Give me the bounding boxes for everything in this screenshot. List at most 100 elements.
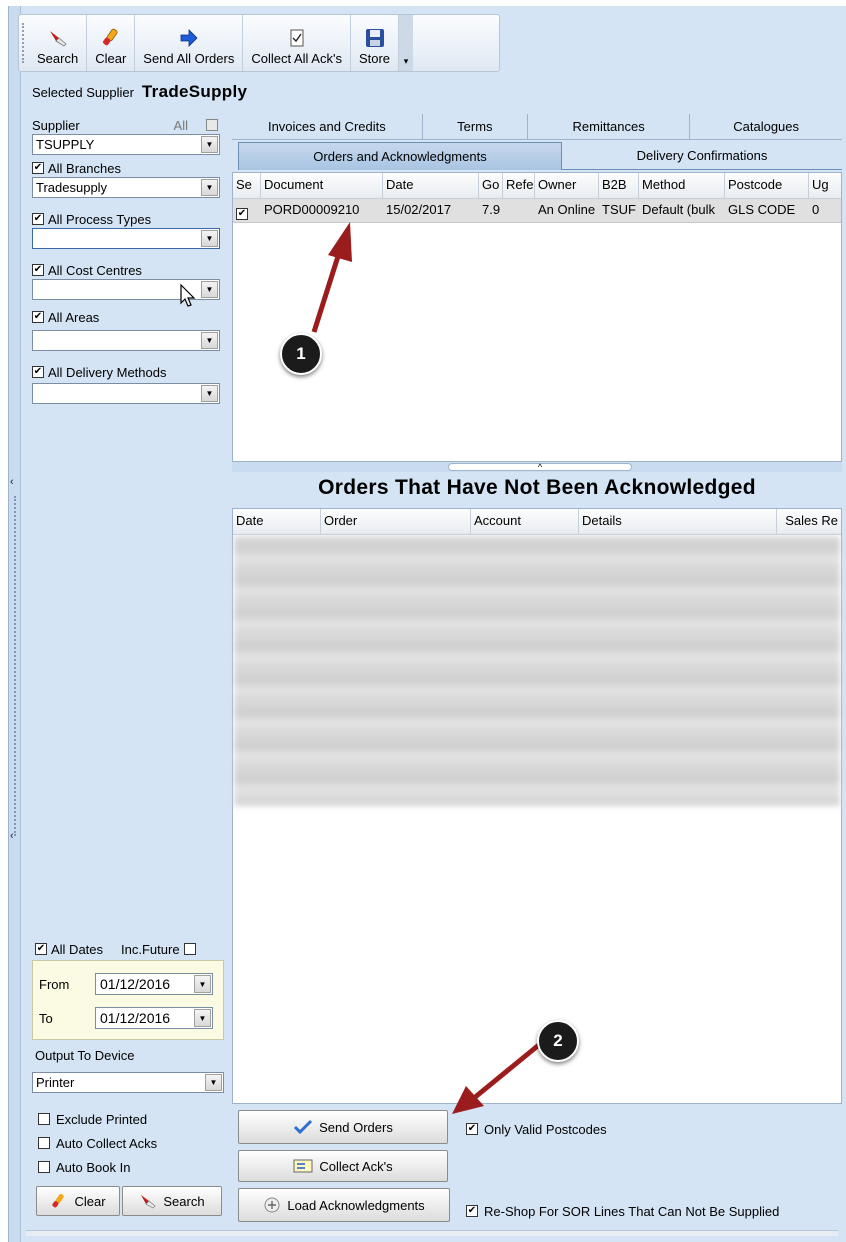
all-process-types-checkbox[interactable]: ✔ <box>32 213 44 225</box>
chevron-down-icon[interactable]: ▼ <box>201 332 218 349</box>
inc-future-checkbox[interactable] <box>183 943 196 955</box>
chevron-down-icon[interactable]: ▼ <box>201 385 218 402</box>
toolbar-grip[interactable] <box>22 23 24 63</box>
eraser-icon <box>100 25 122 51</box>
collapse-strip[interactable]: ‹ ‹ <box>9 6 21 1242</box>
tab-orders-and-acknowledgments[interactable]: Orders and Acknowledgments <box>238 142 562 170</box>
chevron-down-icon[interactable]: ▼ <box>194 1009 211 1027</box>
chevron-up-icon[interactable]: ^ <box>448 462 632 472</box>
store-label: Store <box>358 51 391 66</box>
all-branches-checkbox[interactable]: ✔ <box>32 162 44 174</box>
toolbar-overflow-icon[interactable]: ▾ <box>399 15 414 71</box>
delivery-method-combo[interactable]: ▼ <box>32 383 220 404</box>
column-header-details[interactable]: Details <box>579 509 777 534</box>
only-valid-postcodes-checkbox[interactable]: ✔ <box>466 1123 478 1135</box>
all-dates-checkbox[interactable]: ✔ <box>35 943 47 955</box>
column-header-postcode[interactable]: Postcode <box>725 173 809 198</box>
column-header-date[interactable]: Date <box>383 173 479 198</box>
all-areas-row[interactable]: ✔ All Areas <box>32 308 226 326</box>
all-cost-centres-row[interactable]: ✔ All Cost Centres <box>32 261 226 279</box>
chevron-down-icon[interactable]: ▼ <box>194 975 211 993</box>
all-dates-row[interactable]: ✔ All Dates Inc.Future <box>35 940 196 958</box>
auto-collect-acks-checkbox[interactable] <box>38 1137 50 1149</box>
tab-terms[interactable]: Terms <box>423 114 529 139</box>
reshop-checkbox[interactable]: ✔ <box>466 1205 478 1217</box>
chevron-down-icon[interactable]: ▼ <box>201 179 218 196</box>
all-suppliers-checkbox[interactable] <box>206 119 218 131</box>
output-device-combo[interactable]: Printer ▼ <box>32 1072 224 1093</box>
chevron-down-icon[interactable]: ▼ <box>201 136 218 153</box>
all-branches-row[interactable]: ✔ All Branches <box>32 159 226 177</box>
checked-document-icon <box>289 25 305 51</box>
collapse-left-icon[interactable]: ‹ <box>10 476 14 488</box>
process-type-combo[interactable]: ▼ <box>32 228 220 249</box>
column-header-document[interactable]: Document <box>261 173 383 198</box>
auto-book-in-label: Auto Book In <box>56 1159 131 1175</box>
only-valid-postcodes-row[interactable]: ✔ Only Valid Postcodes <box>466 1120 607 1138</box>
clear-button[interactable]: Clear <box>87 15 136 71</box>
column-header-order[interactable]: Order <box>321 509 471 534</box>
mouse-cursor-icon <box>180 284 196 307</box>
load-acknowledgments-button[interactable]: Load Acknowledgments <box>238 1188 450 1222</box>
all-areas-checkbox[interactable]: ✔ <box>32 311 44 323</box>
table-row[interactable]: ✔ PORD00009210 15/02/2017 7.9 An Online … <box>233 199 841 223</box>
column-header-b2b[interactable]: B2B <box>599 173 639 198</box>
supplier-combo[interactable]: TSUPPLY ▼ <box>32 134 220 155</box>
auto-book-in-checkbox[interactable] <box>38 1161 50 1173</box>
all-delivery-methods-row[interactable]: ✔ All Delivery Methods <box>32 363 226 381</box>
column-header-reference[interactable]: Refe <box>503 173 535 198</box>
reshop-row[interactable]: ✔ Re-Shop For SOR Lines That Can Not Be … <box>466 1202 779 1220</box>
search-button[interactable]: Search <box>29 15 88 71</box>
branch-combo[interactable]: Tradesupply ▼ <box>32 177 220 198</box>
selected-supplier-value: TradeSupply <box>141 82 248 101</box>
cell-method: Default (bulk <box>642 202 715 217</box>
left-search-button[interactable]: Search <box>122 1186 222 1216</box>
column-header-date[interactable]: Date <box>233 509 321 534</box>
chevron-down-icon[interactable]: ▼ <box>201 281 218 298</box>
exclude-printed-checkbox[interactable] <box>38 1113 50 1125</box>
chevron-down-icon[interactable]: ▼ <box>205 1074 222 1091</box>
column-header-se[interactable]: Se <box>233 173 261 198</box>
tab-catalogues[interactable]: Catalogues <box>690 114 842 139</box>
annotation-badge-2: 2 <box>537 1020 579 1062</box>
load-acknowledgments-label: Load Acknowledgments <box>287 1197 425 1213</box>
to-label: To <box>39 1010 53 1026</box>
tab-invoices-and-credits[interactable]: Invoices and Credits <box>232 114 423 139</box>
collapse-left-icon-lower[interactable]: ‹ <box>10 830 14 842</box>
collect-acks-button[interactable]: Collect Ack's <box>238 1150 448 1182</box>
row-select-checkbox[interactable]: ✔ <box>236 208 248 220</box>
auto-collect-acks-row[interactable]: Auto Collect Acks <box>38 1134 157 1152</box>
all-delivery-methods-checkbox[interactable]: ✔ <box>32 366 44 378</box>
checkmark-icon <box>294 1119 313 1135</box>
send-all-orders-label: Send All Orders <box>143 51 235 66</box>
all-cost-centres-checkbox[interactable]: ✔ <box>32 264 44 276</box>
document-icon <box>293 1159 313 1173</box>
cell-go: 7.9 <box>482 202 501 217</box>
collect-all-acks-button[interactable]: Collect All Ack's <box>243 15 351 71</box>
send-orders-button[interactable]: Send Orders <box>238 1110 448 1144</box>
send-all-orders-button[interactable]: Send All Orders <box>135 15 244 71</box>
column-header-go[interactable]: Go <box>479 173 503 198</box>
exclude-printed-row[interactable]: Exclude Printed <box>38 1110 147 1128</box>
tab-delivery-confirmations[interactable]: Delivery Confirmations <box>562 142 842 170</box>
column-header-sales-rep[interactable]: Sales Re <box>777 509 841 534</box>
left-clear-button[interactable]: Clear <box>36 1186 120 1216</box>
column-header-ug[interactable]: Ug <box>809 173 841 198</box>
chevron-down-icon[interactable]: ▼ <box>201 230 218 247</box>
column-header-method[interactable]: Method <box>639 173 725 198</box>
store-button[interactable]: Store <box>351 15 400 71</box>
column-header-owner[interactable]: Owner <box>535 173 599 198</box>
column-header-account[interactable]: Account <box>471 509 579 534</box>
grid-splitter[interactable]: ^ <box>232 462 842 472</box>
to-date-picker[interactable]: 01/12/2016 ▼ <box>95 1007 213 1029</box>
orders-grid: Se Document Date Go Refe Owner B2B Metho… <box>232 172 842 462</box>
area-combo[interactable]: ▼ <box>32 330 220 351</box>
cell-owner: An Online <box>538 202 596 217</box>
all-process-types-row[interactable]: ✔ All Process Types <box>32 210 226 228</box>
from-date-picker[interactable]: 01/12/2016 ▼ <box>95 973 213 995</box>
cell-postcode: GLS CODE <box>728 202 796 217</box>
auto-book-in-row[interactable]: Auto Book In <box>38 1158 130 1176</box>
auto-collect-acks-label: Auto Collect Acks <box>56 1135 158 1151</box>
main-toolbar: Search Clear Send All Orders Collect All… <box>18 14 500 72</box>
tab-remittances[interactable]: Remittances <box>528 114 691 139</box>
